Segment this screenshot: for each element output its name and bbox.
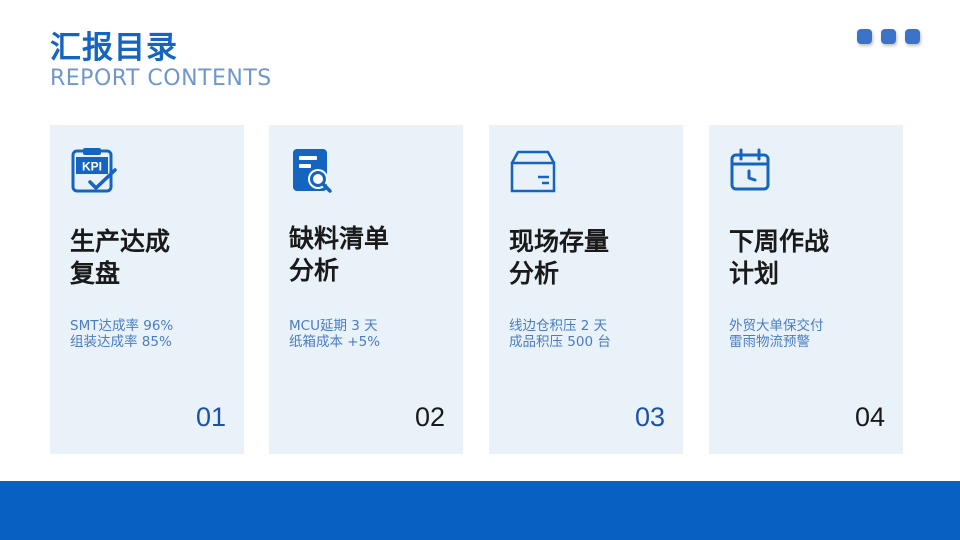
card-description: 线边仓积压 2 天 成品积压 500 台 bbox=[509, 318, 611, 350]
dot-2 bbox=[881, 29, 896, 44]
footer-bar bbox=[0, 481, 960, 540]
contents-card-2[interactable]: 缺料清单 分析 MCU延期 3 天 纸箱成本 +5% 02 bbox=[269, 125, 463, 454]
card-description: MCU延期 3 天 纸箱成本 +5% bbox=[289, 318, 381, 350]
contents-card-4[interactable]: 下周作战 计划 外贸大单保交付 雷雨物流预警 04 bbox=[709, 125, 903, 454]
decorative-dots bbox=[857, 29, 920, 44]
page-subtitle: REPORT CONTENTS bbox=[50, 66, 272, 91]
card-number: 04 bbox=[854, 402, 885, 432]
card-description: 外贸大单保交付 雷雨物流预警 bbox=[729, 318, 824, 350]
calendar-clock-icon bbox=[729, 147, 777, 195]
document-search-icon bbox=[289, 147, 337, 195]
card-title: 现场存量 分析 bbox=[509, 227, 610, 288]
card-number: 02 bbox=[414, 402, 445, 432]
svg-text:KPI: KPI bbox=[82, 160, 102, 174]
contents-card-3[interactable]: 现场存量 分析 线边仓积压 2 天 成品积压 500 台 03 bbox=[489, 125, 683, 454]
dot-3 bbox=[905, 29, 920, 44]
page-title: 汇报目录 bbox=[50, 30, 178, 66]
card-number: 03 bbox=[634, 402, 665, 432]
card-title: 生产达成 复盘 bbox=[70, 227, 171, 288]
card-number: 01 bbox=[195, 402, 226, 432]
contents-card-1[interactable]: KPI 生产达成 复盘 SMT达成率 96% 组装达成率 85% 01 bbox=[50, 125, 244, 454]
inventory-box-icon bbox=[509, 147, 557, 195]
kpi-clipboard-icon: KPI bbox=[70, 147, 118, 195]
card-description: SMT达成率 96% 组装达成率 85% bbox=[70, 318, 174, 350]
card-title: 缺料清单 分析 bbox=[289, 224, 390, 285]
dot-1 bbox=[857, 29, 872, 44]
card-title: 下周作战 计划 bbox=[729, 227, 830, 288]
